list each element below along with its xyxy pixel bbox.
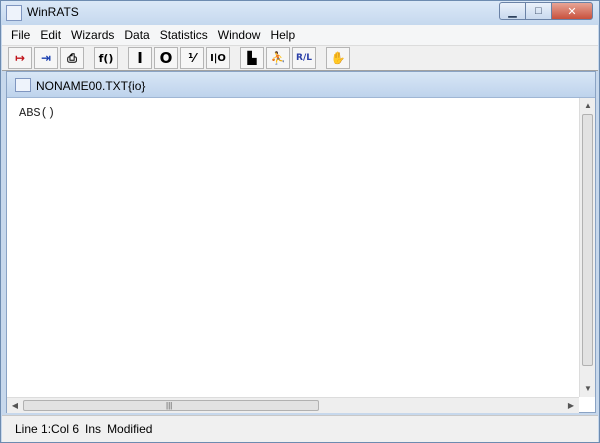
run-arrow-icon: ↦: [14, 51, 26, 65]
menu-bar: File Edit Wizards Data Statistics Window…: [2, 25, 598, 45]
run-button[interactable]: ↦: [8, 47, 32, 69]
runner-button[interactable]: ⛹: [266, 47, 290, 69]
minimize-icon: ▁: [508, 5, 517, 18]
runner-icon: ⛹: [270, 51, 286, 65]
title-bar[interactable]: WinRATS ▁ □ ✕: [1, 1, 599, 25]
close-button[interactable]: ✕: [551, 2, 593, 20]
fraction-button[interactable]: ⅟: [180, 47, 204, 69]
menu-statistics[interactable]: Statistics: [156, 28, 212, 42]
winrats-app-icon: [6, 5, 22, 21]
text-editor[interactable]: ABS(): [7, 98, 579, 397]
scroll-right-icon[interactable]: ▶: [563, 398, 579, 414]
import-button[interactable]: ⇥: [34, 47, 58, 69]
modified-state: Modified: [107, 422, 153, 436]
fraction-icon: ⅟: [188, 51, 196, 65]
series-window-icon: ▙: [247, 51, 257, 65]
maximize-button[interactable]: □: [525, 2, 551, 20]
close-icon: ✕: [567, 5, 577, 18]
menu-file[interactable]: File: [7, 28, 34, 42]
menu-help[interactable]: Help: [266, 28, 299, 42]
minimize-button[interactable]: ▁: [499, 2, 525, 20]
menu-data[interactable]: Data: [120, 28, 153, 42]
horizontal-scroll-thumb[interactable]: |||: [23, 400, 319, 411]
menu-window[interactable]: Window: [214, 28, 265, 42]
rl-button[interactable]: R/L: [292, 47, 316, 69]
wizard-icon: ✋: [330, 51, 346, 65]
editor-content[interactable]: ABS(): [19, 106, 55, 120]
vertical-scrollbar[interactable]: ▲ ▼: [579, 98, 595, 397]
document-icon: [15, 78, 31, 92]
scroll-grip: |||: [166, 401, 173, 410]
document-window: NONAME00.TXT{io} ABS() ▲ ▼ ◀ ||| ▶: [6, 71, 596, 413]
scroll-left-icon[interactable]: ◀: [7, 398, 23, 414]
print-button[interactable]: ⎙: [60, 47, 84, 69]
rl-icon: R/L: [296, 53, 312, 63]
function-button[interactable]: f(): [94, 47, 118, 69]
input-output-icon: I|O: [210, 52, 226, 64]
print-icon: ⎙: [67, 50, 77, 65]
import-arrow-icon: ⇥: [40, 51, 52, 65]
toolbar: ↦ ⇥ ⎙ f() I O ⅟ I|O ▙ ⛹ R/L ✋: [2, 45, 598, 71]
horizontal-scrollbar[interactable]: ◀ ||| ▶: [7, 397, 579, 413]
document-title: NONAME00.TXT{io}: [36, 79, 146, 93]
menu-edit[interactable]: Edit: [36, 28, 65, 42]
instruction-button[interactable]: I: [128, 47, 152, 69]
window-title: WinRATS: [27, 5, 79, 19]
output-icon: O: [159, 49, 173, 67]
document-title-bar[interactable]: NONAME00.TXT{io}: [7, 72, 595, 98]
function-icon: f(): [98, 51, 114, 65]
window-controls: ▁ □ ✕: [499, 2, 593, 20]
menu-wizards[interactable]: Wizards: [67, 28, 118, 42]
maximize-icon: □: [535, 5, 542, 17]
winrats-window: WinRATS ▁ □ ✕ File Edit Wizards Data Sta…: [0, 0, 600, 443]
wizard-button[interactable]: ✋: [326, 47, 350, 69]
cursor-position: Line 1:Col 6: [15, 422, 80, 436]
vertical-scroll-thumb[interactable]: [582, 114, 593, 366]
instruction-icon: I: [137, 49, 143, 67]
input-output-button[interactable]: I|O: [206, 47, 230, 69]
insert-mode: Ins: [85, 422, 102, 436]
scroll-down-icon[interactable]: ▼: [580, 381, 596, 397]
scroll-up-icon[interactable]: ▲: [580, 98, 596, 114]
output-button[interactable]: O: [154, 47, 178, 69]
status-bar: Line 1:Col 6 Ins Modified: [2, 415, 598, 442]
series-window-button[interactable]: ▙: [240, 47, 264, 69]
